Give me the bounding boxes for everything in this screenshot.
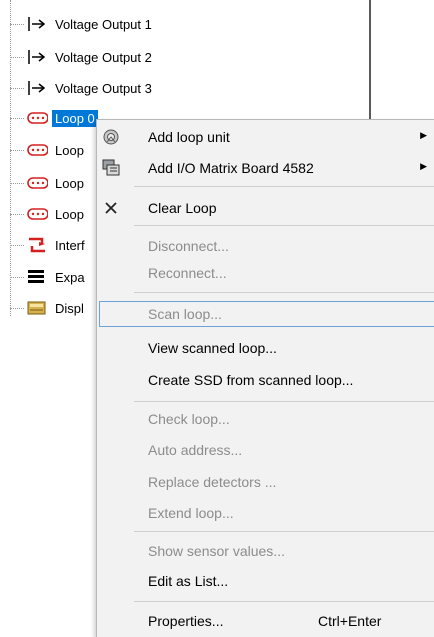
tree-item-label: Voltage Output 1 bbox=[55, 16, 152, 32]
menu-item-label: View scanned loop... bbox=[148, 340, 277, 356]
submenu-arrow-icon: ▶ bbox=[420, 161, 427, 171]
menu-item-check-loop[interactable]: Check loop... bbox=[97, 406, 434, 432]
loop-icon bbox=[26, 174, 48, 192]
arrow-output-icon bbox=[26, 79, 48, 97]
tree-item-label: Loop bbox=[55, 206, 84, 222]
tree-connector bbox=[10, 118, 24, 119]
menu-item-scan-loop[interactable]: Scan loop... bbox=[99, 301, 434, 327]
menu-item-label: Extend loop... bbox=[148, 505, 234, 521]
arrow-output-icon bbox=[26, 15, 48, 33]
menu-item-label: Auto address... bbox=[148, 442, 243, 458]
tree-item-label: Expa bbox=[55, 269, 85, 285]
menu-separator bbox=[134, 601, 434, 602]
menu-item-auto-address[interactable]: Auto address... bbox=[97, 437, 434, 463]
tree-item-loop[interactable]: Loop bbox=[26, 203, 87, 225]
expansion-icon bbox=[26, 268, 48, 286]
tree-connector bbox=[10, 88, 24, 89]
menu-item-label: Scan loop... bbox=[148, 306, 222, 322]
loop-icon bbox=[26, 205, 48, 223]
menu-item-label: Reconnect... bbox=[148, 265, 227, 281]
tree-connector bbox=[10, 245, 24, 246]
tree-item-loop[interactable]: Loop bbox=[26, 172, 87, 194]
submenu-arrow-icon: ▶ bbox=[420, 130, 427, 140]
menu-item-label: Add loop unit bbox=[148, 129, 230, 145]
tree-item-label: Loop bbox=[55, 175, 84, 191]
menu-item-extend-loop[interactable]: Extend loop... bbox=[97, 500, 434, 526]
menu-item-disconnect[interactable]: Disconnect... bbox=[97, 233, 434, 259]
menu-separator bbox=[134, 186, 434, 187]
tree-item-label: Loop bbox=[55, 142, 84, 158]
tree-item-voltage-output-2[interactable]: Voltage Output 2 bbox=[26, 46, 155, 68]
board-icon bbox=[101, 159, 121, 177]
menu-separator bbox=[134, 531, 434, 532]
tree-item-label: Interf bbox=[55, 237, 85, 253]
menu-item-label: Check loop... bbox=[148, 411, 230, 427]
loop-icon bbox=[26, 141, 48, 159]
clear-x-icon bbox=[101, 199, 121, 217]
menu-item-reconnect[interactable]: Reconnect... bbox=[97, 260, 434, 286]
menu-item-shortcut: Ctrl+Enter bbox=[318, 613, 382, 629]
menu-item-add-loop-unit[interactable]: Add loop unit ▶ bbox=[97, 124, 434, 150]
tree-connector bbox=[10, 277, 24, 278]
arrow-output-icon bbox=[26, 48, 48, 66]
tree-item-voltage-output-1[interactable]: Voltage Output 1 bbox=[26, 13, 155, 35]
menu-item-label: Clear Loop bbox=[148, 200, 217, 216]
menu-item-properties[interactable]: Properties... Ctrl+Enter bbox=[97, 608, 434, 634]
menu-item-label: Add I/O Matrix Board 4582 bbox=[148, 160, 314, 176]
menu-item-add-io-matrix-board[interactable]: Add I/O Matrix Board 4582 ▶ bbox=[97, 155, 434, 181]
tree-guide-line bbox=[10, 0, 11, 316]
menu-separator bbox=[134, 292, 434, 293]
tree-item-interface[interactable]: Interf bbox=[26, 234, 88, 256]
tree-item-display[interactable]: Displ bbox=[26, 297, 87, 319]
tree-item-loop-0[interactable]: Loop 0 bbox=[26, 107, 98, 129]
display-icon bbox=[26, 299, 48, 317]
menu-item-show-sensor-values[interactable]: Show sensor values... bbox=[97, 538, 434, 564]
menu-item-clear-loop[interactable]: Clear Loop bbox=[97, 195, 434, 221]
menu-item-label: Edit as List... bbox=[148, 573, 229, 589]
tree-item-label: Displ bbox=[55, 300, 84, 316]
tree-item-label: Voltage Output 2 bbox=[55, 49, 152, 65]
menu-separator bbox=[134, 401, 434, 402]
detector-icon bbox=[101, 128, 121, 146]
tree-item-voltage-output-3[interactable]: Voltage Output 3 bbox=[26, 77, 155, 99]
tree-connector bbox=[10, 150, 24, 151]
menu-item-view-scanned-loop[interactable]: View scanned loop... bbox=[97, 335, 434, 361]
menu-item-create-ssd[interactable]: Create SSD from scanned loop... bbox=[97, 367, 434, 393]
tree-item-label: Voltage Output 3 bbox=[55, 80, 152, 96]
interface-icon bbox=[26, 236, 48, 254]
menu-item-label: Properties... bbox=[148, 613, 224, 629]
context-menu: Add loop unit ▶ Add I/O Matrix Board 458… bbox=[96, 119, 434, 637]
tree-connector bbox=[10, 57, 24, 58]
menu-item-replace-detectors[interactable]: Replace detectors ... bbox=[97, 469, 434, 495]
tree-item-label: Loop 0 bbox=[52, 109, 98, 127]
tree-connector bbox=[10, 24, 24, 25]
tree-connector bbox=[10, 214, 24, 215]
menu-item-edit-as-list[interactable]: Edit as List... bbox=[97, 568, 434, 594]
tree-item-expansion[interactable]: Expa bbox=[26, 266, 88, 288]
loop-icon bbox=[26, 109, 48, 127]
menu-item-label: Disconnect... bbox=[148, 238, 229, 254]
menu-separator bbox=[134, 225, 434, 226]
tree-connector bbox=[10, 308, 24, 309]
menu-item-label: Create SSD from scanned loop... bbox=[148, 372, 354, 388]
menu-item-label: Show sensor values... bbox=[148, 543, 285, 559]
tree-item-loop[interactable]: Loop bbox=[26, 139, 87, 161]
tree-connector bbox=[10, 183, 24, 184]
menu-item-label: Replace detectors ... bbox=[148, 474, 277, 490]
